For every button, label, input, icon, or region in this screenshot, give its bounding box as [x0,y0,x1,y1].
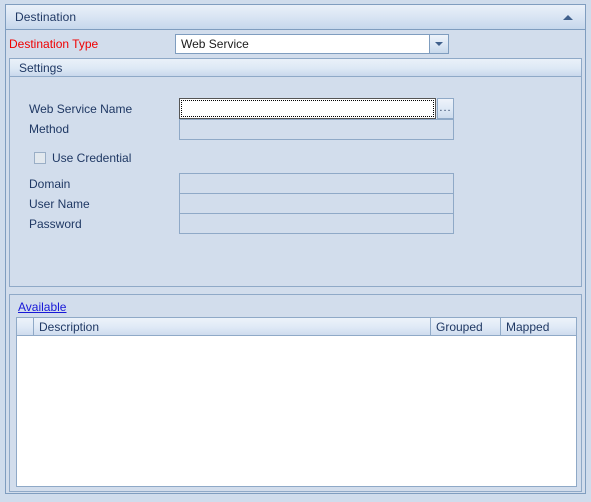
page-title: Destination [15,10,77,24]
destination-type-label: Destination Type [9,37,99,51]
web-service-name-input[interactable] [179,98,436,119]
use-credential-checkbox-row[interactable]: Use Credential [34,151,131,165]
password-label: Password [29,217,82,231]
destination-type-select[interactable]: Web Service [175,34,449,54]
grid-column-grouped[interactable]: Grouped [431,318,501,335]
available-panel: Available Description Grouped Mapped [9,294,582,492]
available-grid-body[interactable] [17,336,576,486]
web-service-name-browse-button[interactable]: ... [437,98,454,119]
user-name-input[interactable] [179,193,454,214]
settings-groupbox-header: Settings [10,59,581,77]
available-link[interactable]: Available [18,300,66,314]
domain-input[interactable] [179,173,454,194]
use-credential-checkbox[interactable] [34,152,46,164]
settings-title: Settings [19,60,63,75]
domain-label: Domain [29,177,71,191]
panel-header[interactable]: Destination [5,4,586,30]
grid-column-mapped[interactable]: Mapped [501,318,576,335]
available-grid: Description Grouped Mapped [16,317,577,487]
available-grid-header: Description Grouped Mapped [17,318,576,336]
grid-column-description[interactable]: Description [34,318,431,335]
use-credential-label: Use Credential [52,151,132,165]
method-label: Method [29,122,70,136]
chevron-up-icon [563,15,573,20]
web-service-name-label: Web Service Name [29,102,133,116]
destination-type-value: Web Service [176,35,429,53]
grid-column-indicator[interactable] [17,318,34,335]
method-input[interactable] [179,119,454,140]
user-name-label: User Name [29,197,90,211]
destination-panel-root: Destination Destination Type Web Service… [0,0,591,502]
chevron-down-icon [435,42,443,46]
collapse-panel-button[interactable] [552,6,584,29]
destination-type-dropdown-button[interactable] [429,35,448,53]
password-input[interactable] [179,213,454,234]
focus-outline [181,100,434,117]
